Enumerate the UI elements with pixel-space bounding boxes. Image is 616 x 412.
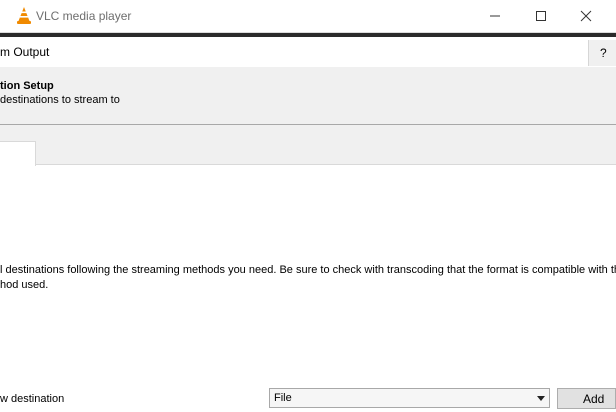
add-button[interactable]: Add (557, 388, 616, 409)
help-button-label: ? (600, 46, 607, 60)
chevron-down-icon (537, 396, 545, 401)
add-button-label: Add (583, 392, 605, 406)
close-button[interactable] (563, 0, 609, 32)
tab-strip (0, 125, 616, 165)
wizard-header-subtitle: destinations to stream to (0, 94, 120, 106)
window-title: VLC media player (36, 9, 132, 23)
maximize-button[interactable] (518, 0, 564, 32)
minimize-icon (490, 15, 500, 17)
instructions-line-1: l destinations following the streaming m… (0, 264, 616, 276)
vlc-cone-icon (17, 7, 31, 24)
dialog-title: m Output (0, 45, 50, 59)
destination-select[interactable]: File (269, 388, 550, 408)
close-icon (580, 10, 592, 22)
destination-select-value: File (274, 392, 292, 404)
tab-active[interactable] (0, 141, 36, 166)
wizard-header-title: tion Setup (0, 80, 54, 92)
help-button[interactable]: ? (588, 40, 616, 66)
minimize-button[interactable] (472, 0, 518, 32)
dialog-titlebar (0, 37, 616, 67)
instructions-line-2: hod used. (0, 279, 49, 291)
maximize-icon (536, 11, 546, 21)
new-destination-label: w destination (0, 393, 65, 405)
